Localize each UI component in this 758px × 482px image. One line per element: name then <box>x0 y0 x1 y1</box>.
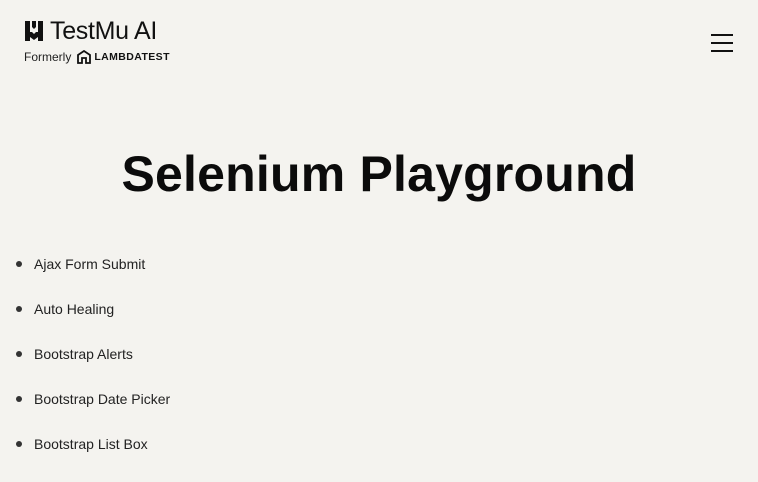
list-item: Auto Healing <box>0 296 758 341</box>
demo-list: Ajax Form Submit Auto Healing Bootstrap … <box>0 251 758 476</box>
demo-link-bootstrap-list-box[interactable]: Bootstrap List Box <box>34 436 148 452</box>
list-item: Ajax Form Submit <box>0 251 758 296</box>
formerly-note: Formerly LAMBDATEST <box>24 49 170 65</box>
hamburger-menu-icon[interactable] <box>709 31 737 55</box>
bullet-icon <box>16 261 22 267</box>
former-brand-name: LAMBDATEST <box>94 51 170 63</box>
bullet-icon <box>16 396 22 402</box>
menu-line <box>711 42 733 44</box>
list-item: Bootstrap Date Picker <box>0 386 758 431</box>
brand-logo: TestMu AI <box>24 16 170 46</box>
menu-line <box>711 34 733 36</box>
bullet-icon <box>16 306 22 312</box>
menu-line <box>711 50 733 52</box>
lambdatest-logo-icon <box>77 50 92 64</box>
brand-logo-link[interactable]: TestMu AI Formerly LAMBDATEST <box>24 16 170 65</box>
brand-name: TestMu AI <box>50 17 158 45</box>
demo-link-auto-healing[interactable]: Auto Healing <box>34 301 114 317</box>
demo-link-ajax-form-submit[interactable]: Ajax Form Submit <box>34 256 145 272</box>
site-header: TestMu AI Formerly LAMBDATEST <box>0 0 758 80</box>
list-item: Bootstrap List Box <box>0 431 758 476</box>
formerly-label: Formerly <box>24 50 72 64</box>
page-title: Selenium Playground <box>121 146 637 202</box>
bullet-icon <box>16 351 22 357</box>
list-item: Bootstrap Alerts <box>0 341 758 386</box>
testmu-logo-icon <box>25 21 43 41</box>
bullet-icon <box>16 441 22 447</box>
demo-link-bootstrap-alerts[interactable]: Bootstrap Alerts <box>34 346 133 362</box>
demo-link-bootstrap-date-picker[interactable]: Bootstrap Date Picker <box>34 391 170 407</box>
